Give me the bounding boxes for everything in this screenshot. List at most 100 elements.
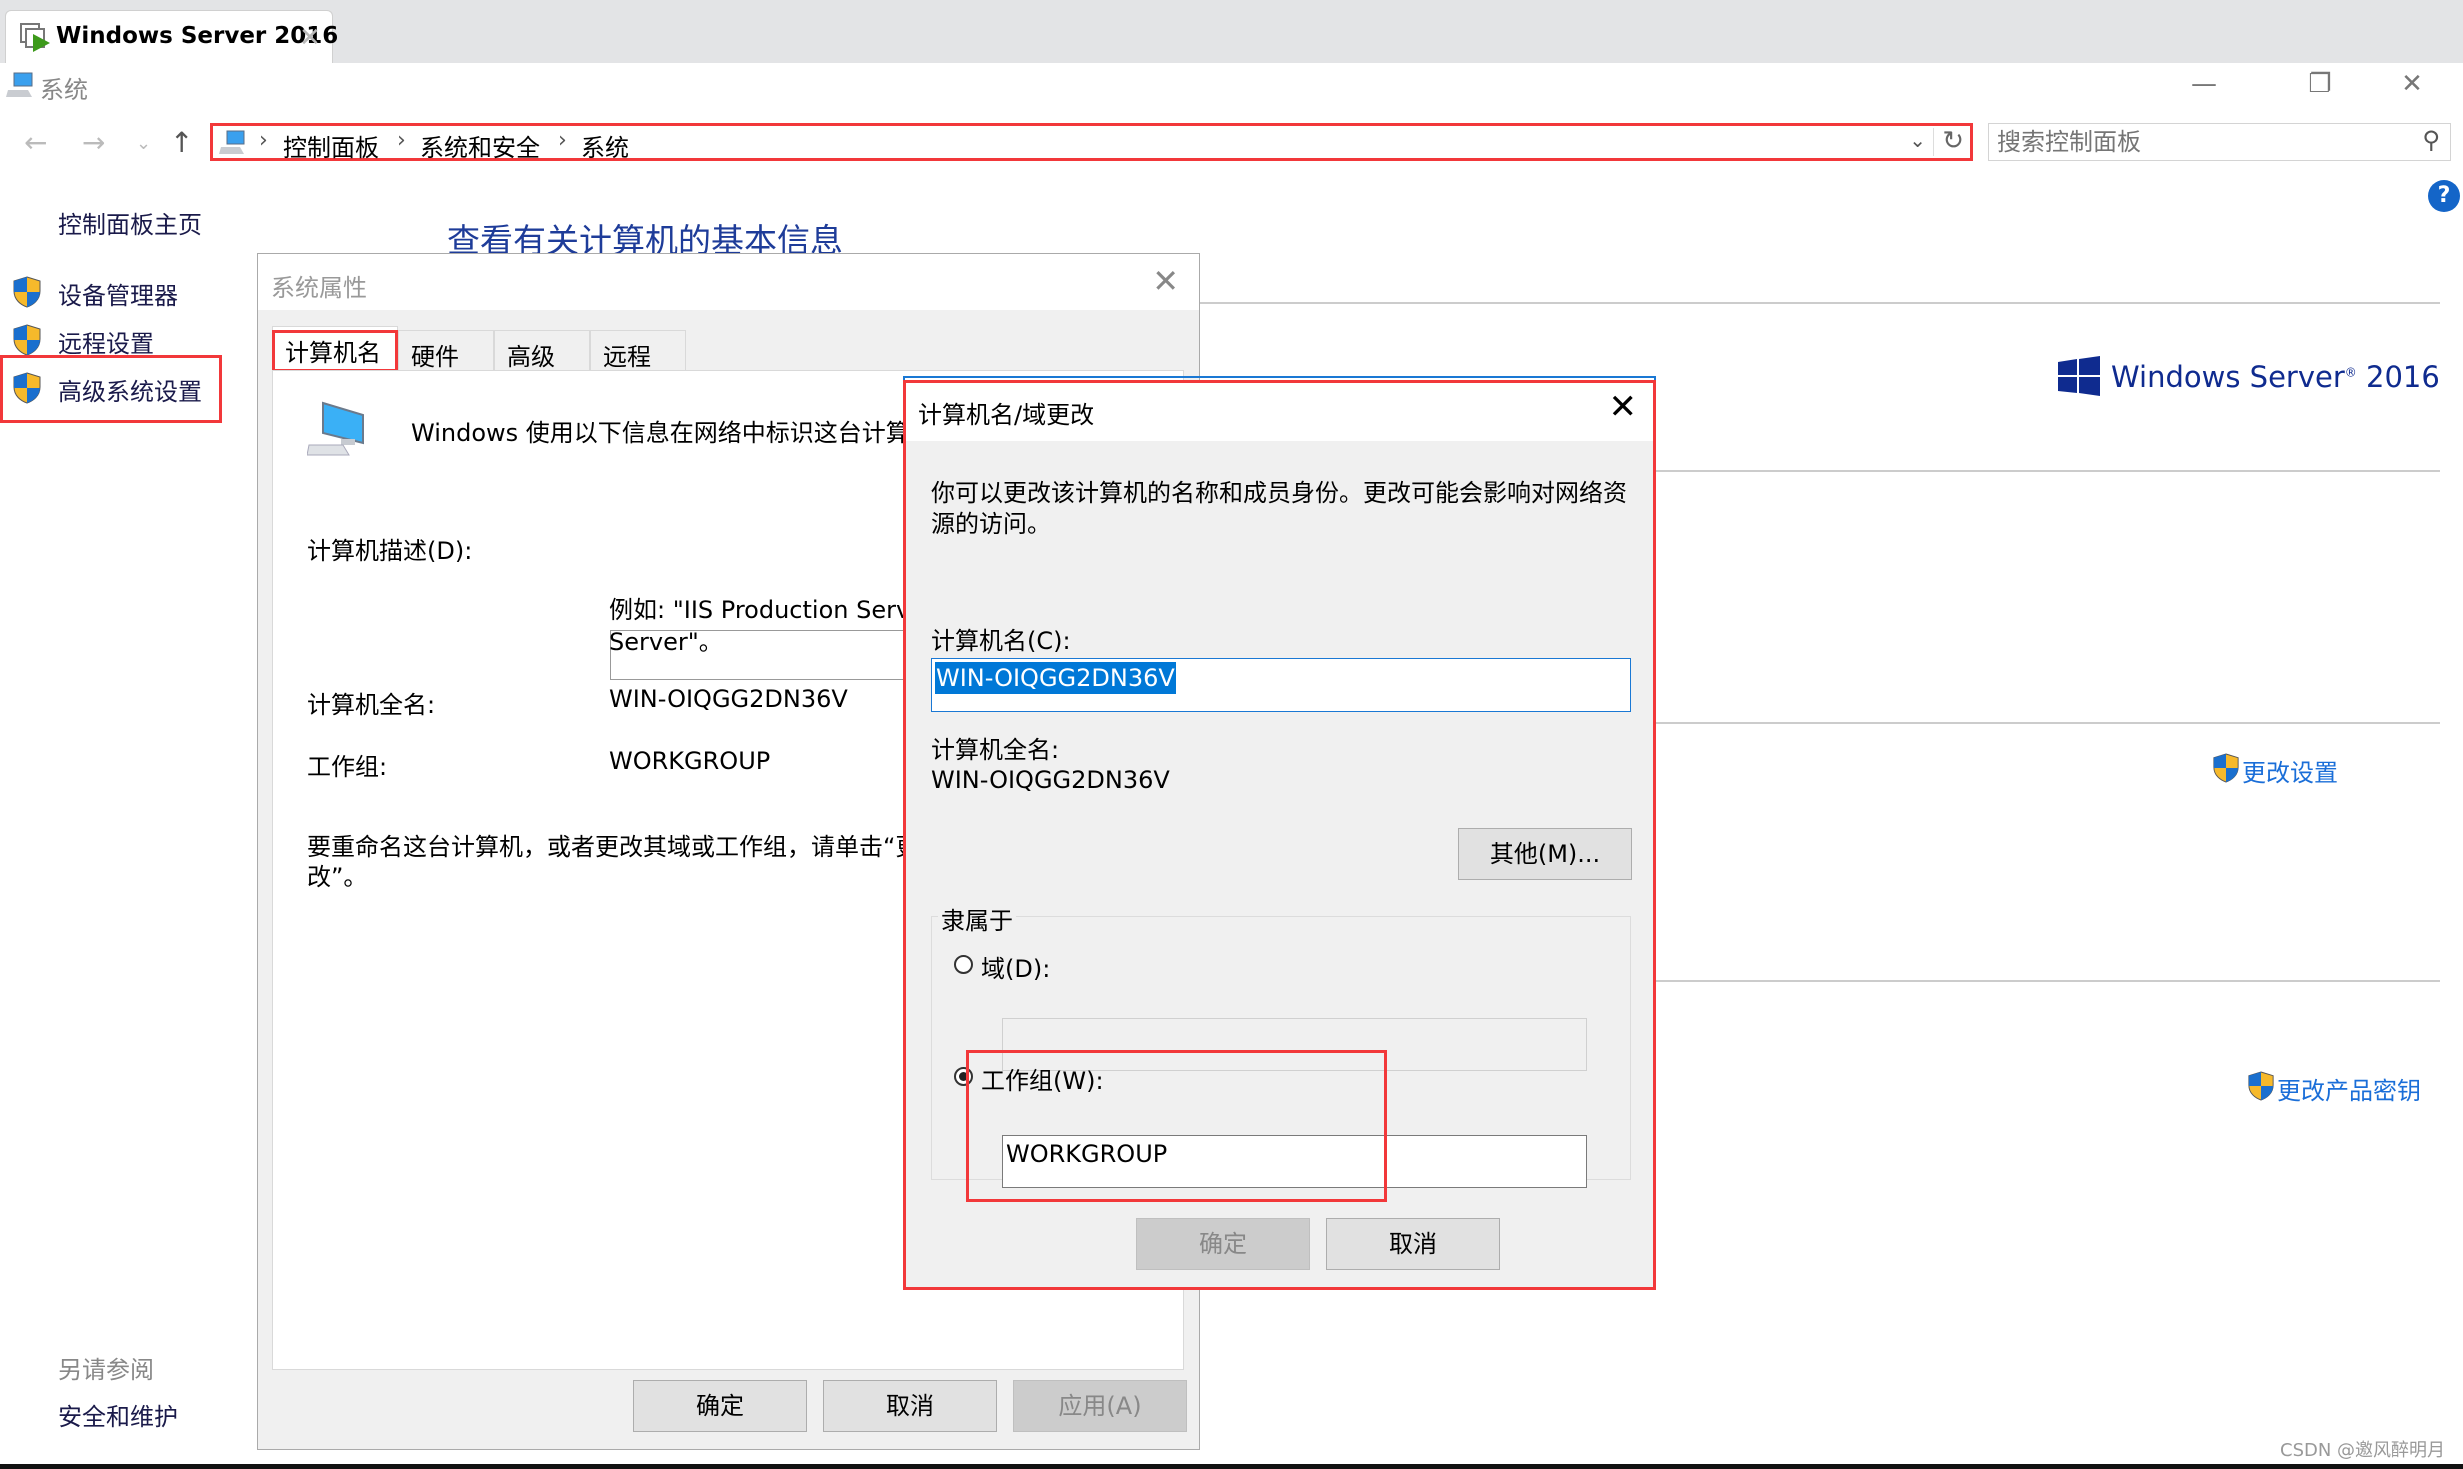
sidebar-home-link[interactable]: 控制面板主页 bbox=[58, 205, 202, 240]
tab-advanced[interactable]: 高级 bbox=[494, 330, 590, 371]
taskbar-edge bbox=[0, 1464, 2463, 1469]
close-icon[interactable]: ✕ bbox=[1609, 387, 1638, 427]
restore-icon: ❐ bbox=[2308, 69, 2332, 99]
logo-product-name: Windows Server bbox=[2111, 360, 2345, 394]
change-settings-label: 更改设置 bbox=[2242, 759, 2338, 787]
computer-icon bbox=[6, 72, 33, 97]
forward-arrow-icon[interactable]: → bbox=[82, 126, 105, 159]
breadcrumb-control-panel[interactable]: 控制面板 bbox=[283, 128, 379, 163]
tab-label: 硬件 bbox=[411, 343, 459, 371]
close-icon[interactable]: ✕ bbox=[1152, 262, 1179, 300]
breadcrumb-separator-icon: › bbox=[397, 128, 406, 153]
chevron-down-icon[interactable]: ⌄ bbox=[1909, 128, 1926, 152]
logo-registered-mark: ® bbox=[2344, 365, 2357, 380]
search-box[interactable]: ⚲ bbox=[1988, 123, 2451, 161]
browser-tab[interactable]: Windows Server 2016 ✕ bbox=[5, 10, 338, 63]
computer-name-label: 计算机名(C): bbox=[931, 627, 1071, 655]
more-button[interactable]: 其他(M)... bbox=[1458, 828, 1632, 880]
vm-console-icon bbox=[20, 23, 50, 52]
domain-radio-option[interactable]: 域(D): bbox=[954, 949, 1154, 983]
rename-hint-line2: 改”。 bbox=[307, 863, 368, 891]
windows-logo-icon bbox=[2058, 356, 2100, 396]
tab-hardware[interactable]: 硬件 bbox=[398, 330, 494, 371]
cancel-button[interactable]: 取消 bbox=[823, 1380, 997, 1432]
uac-shield-icon bbox=[13, 324, 41, 356]
example-text-line2: Server"。 bbox=[609, 628, 723, 656]
dialog-titlebar: 计算机名/域更改 ✕ bbox=[906, 383, 1653, 441]
apply-button[interactable]: 应用(A) bbox=[1013, 1380, 1187, 1432]
member-of-group: 隶属于 域(D): 工作组(W): WORKGROUP bbox=[931, 901, 1631, 1202]
annotation-highlight-box bbox=[966, 1050, 1387, 1202]
uac-shield-icon bbox=[2248, 1071, 2274, 1101]
sidebar-item-label: 远程设置 bbox=[58, 330, 154, 358]
search-input[interactable] bbox=[1997, 126, 2397, 158]
computer-name-input[interactable]: WIN-OIQGG2DN36V bbox=[931, 658, 1631, 712]
minimize-button[interactable]: — bbox=[2172, 62, 2236, 106]
sidebar-item-label: 设备管理器 bbox=[58, 282, 178, 310]
member-of-label: 隶属于 bbox=[938, 901, 1016, 936]
full-name-label: 计算机全名: bbox=[307, 691, 436, 719]
annotation-highlight-box bbox=[272, 330, 398, 372]
breadcrumb-system[interactable]: 系统 bbox=[581, 128, 629, 163]
back-arrow-icon[interactable]: ← bbox=[24, 126, 47, 159]
dialog-title: 计算机名/域更改 bbox=[918, 401, 1095, 429]
breadcrumb-separator-icon: › bbox=[558, 128, 567, 153]
uac-shield-icon bbox=[13, 276, 41, 308]
domain-radio[interactable] bbox=[954, 955, 973, 974]
workgroup-label: 工作组: bbox=[307, 753, 388, 781]
breadcrumb-separator-icon: › bbox=[259, 128, 268, 153]
logo-year: 2016 bbox=[2366, 360, 2440, 394]
description-label: 计算机描述(D): bbox=[307, 537, 473, 565]
minimize-icon: — bbox=[2191, 69, 2217, 99]
address-divider bbox=[1933, 128, 1934, 156]
see-also-heading: 另请参阅 bbox=[58, 1356, 154, 1384]
browser-tab-title: Windows Server 2016 bbox=[56, 23, 339, 49]
search-icon[interactable]: ⚲ bbox=[2422, 126, 2440, 154]
annotation-highlight-box bbox=[0, 355, 222, 423]
dialog-titlebar: 系统属性 ✕ bbox=[258, 254, 1199, 310]
computer-name-selected-text: WIN-OIQGG2DN36V bbox=[935, 662, 1176, 694]
windows-server-logo-text: Windows Server® 2016 bbox=[2111, 360, 2440, 394]
section-divider bbox=[1656, 980, 2440, 982]
description-line1: 你可以更改该计算机的名称和成员身份。更改可能会影响对网络资 bbox=[931, 479, 1627, 507]
change-product-key-label: 更改产品密钥 bbox=[2277, 1077, 2421, 1105]
tab-label: 远程 bbox=[603, 343, 651, 371]
breadcrumb-system-security[interactable]: 系统和安全 bbox=[420, 128, 540, 163]
sidebar-item-device-manager[interactable]: 设备管理器 bbox=[12, 276, 212, 312]
chevron-down-icon[interactable]: ⌄ bbox=[136, 133, 151, 154]
close-window-button[interactable]: ✕ bbox=[2380, 62, 2444, 106]
section-divider bbox=[1656, 470, 2440, 472]
description-line2: 源的访问。 bbox=[931, 510, 1051, 538]
tab-remote[interactable]: 远程 bbox=[590, 330, 686, 371]
ok-button[interactable]: 确定 bbox=[633, 1380, 807, 1432]
watermark: CSDN @邀风醉明月 bbox=[2280, 1440, 2446, 1461]
uac-shield-icon bbox=[2213, 753, 2239, 783]
computer-icon bbox=[219, 130, 245, 154]
address-bar[interactable]: › 控制面板 › 系统和安全 › 系统 ⌄ ↻ bbox=[210, 123, 1973, 163]
section-divider bbox=[1656, 722, 2440, 724]
rename-hint-line1: 要重命名这台计算机，或者更改其域或工作组，请单击“更 bbox=[307, 833, 920, 861]
restore-button[interactable]: ❐ bbox=[2288, 62, 2352, 106]
full-name-value: WIN-OIQGG2DN36V bbox=[931, 766, 1170, 794]
cancel-button[interactable]: 取消 bbox=[1326, 1218, 1500, 1270]
example-text-line1: 例如: "IIS Production Server bbox=[609, 596, 935, 624]
up-arrow-icon[interactable]: ↑ bbox=[170, 126, 193, 159]
ok-button[interactable]: 确定 bbox=[1136, 1218, 1310, 1270]
refresh-icon[interactable]: ↻ bbox=[1942, 126, 1964, 156]
close-icon[interactable]: ✕ bbox=[299, 23, 321, 53]
see-also-security-maintenance-link[interactable]: 安全和维护 bbox=[58, 1397, 178, 1432]
full-name-label: 计算机全名: bbox=[931, 736, 1060, 764]
computer-icon bbox=[307, 401, 364, 456]
domain-label: 域(D): bbox=[981, 955, 1051, 983]
dialog-title: 系统属性 bbox=[271, 274, 367, 302]
help-icon[interactable]: ? bbox=[2428, 180, 2460, 212]
section-divider bbox=[1200, 302, 2440, 304]
close-icon: ✕ bbox=[2401, 69, 2423, 99]
full-name-value: WIN-OIQGG2DN36V bbox=[609, 685, 848, 713]
tab-label: 高级 bbox=[507, 343, 555, 371]
intro-text: Windows 使用以下信息在网络中标识这台计算 bbox=[411, 419, 910, 447]
browser-tab-strip bbox=[0, 0, 2463, 63]
window-title: 系统 bbox=[40, 76, 88, 104]
computer-name-domain-changes-dialog: 计算机名/域更改 ✕ 你可以更改该计算机的名称和成员身份。更改可能会影响对网络资… bbox=[903, 380, 1656, 1290]
workgroup-value: WORKGROUP bbox=[609, 747, 771, 775]
